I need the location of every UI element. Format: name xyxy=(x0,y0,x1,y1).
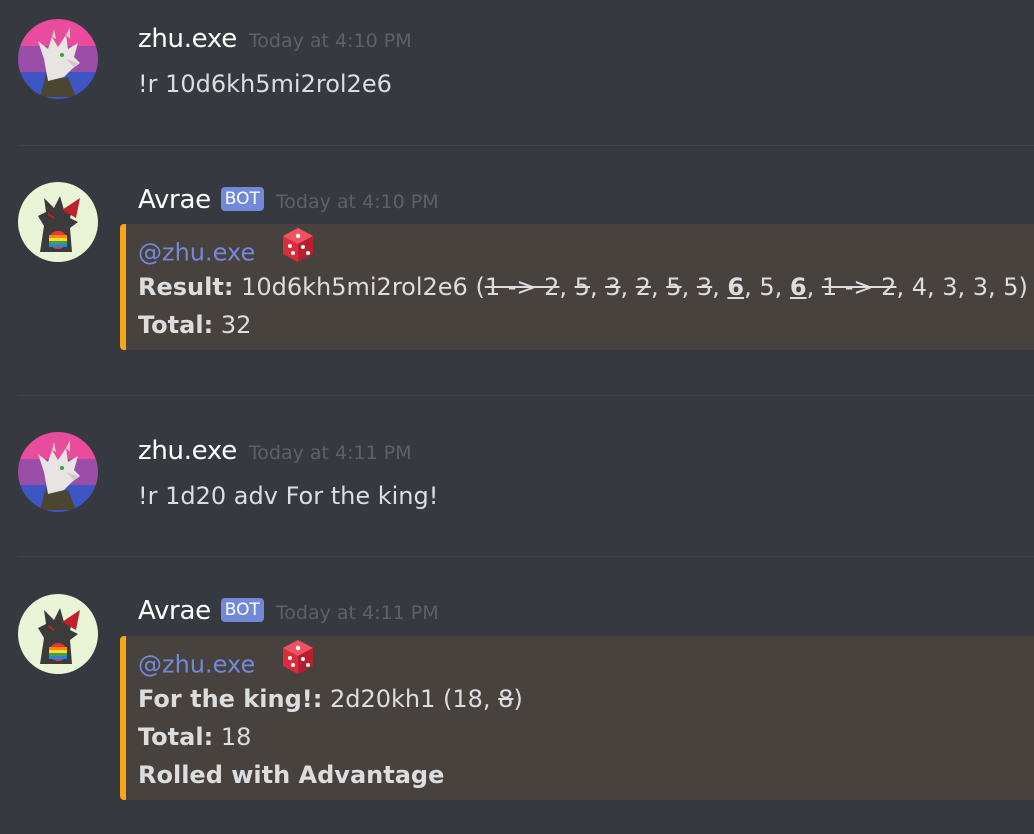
die-result: 3 xyxy=(605,273,621,301)
username[interactable]: zhu.exe xyxy=(138,24,237,54)
dice-icon xyxy=(281,227,315,274)
message-divider xyxy=(18,556,1034,557)
total-label: Total: xyxy=(138,723,214,751)
user-mention[interactable]: @zhu.exe xyxy=(138,651,255,679)
die-result: 1 -> 2 xyxy=(821,273,897,301)
embed-mention-line: @zhu.exe xyxy=(138,640,1034,680)
dropped-die: 8 xyxy=(498,685,514,713)
result-expression: 2d20kh1 (18, xyxy=(329,685,499,713)
die-result: 5 xyxy=(574,273,590,301)
die-result: 6 xyxy=(789,273,807,301)
chat-messages: zhu.exe Today at 4:10 PM !r 10d6kh5mi2ro… xyxy=(0,0,1034,834)
embed-total-line: Total: 32 xyxy=(138,306,1034,344)
roll-embed: @zhu.exe For the king!: 2d20kh1 (18, 8) … xyxy=(120,636,1034,800)
dice-icon xyxy=(281,639,315,686)
result-close: ) xyxy=(513,685,523,713)
dice-separator: , xyxy=(559,273,575,301)
message-header: Avrae BOT Today at 4:11 PM xyxy=(138,596,439,626)
dice-separator: , xyxy=(651,273,667,301)
result-label: Result: xyxy=(138,273,234,301)
dice-results: 1 -> 2, 5, 3, 2, 5, 3, 6, 5, 6, 1 -> 2, … xyxy=(485,273,1028,301)
die-result: 2 xyxy=(635,273,652,301)
bot-tag: BOT xyxy=(220,187,264,211)
timestamp: Today at 4:10 PM xyxy=(248,30,412,52)
bot-avatar-icon[interactable] xyxy=(18,182,98,262)
username[interactable]: Avrae xyxy=(138,596,211,626)
message-header: Avrae BOT Today at 4:10 PM xyxy=(138,185,439,215)
message-divider xyxy=(18,395,1034,396)
embed-result-line: Result: 10d6kh5mi2rol2e6 (1 -> 2, 5, 3, … xyxy=(138,268,1034,306)
dice-separator: , xyxy=(806,273,822,301)
bot-avatar-icon[interactable] xyxy=(18,594,98,674)
total-label: Total: xyxy=(138,311,214,339)
user-mention[interactable]: @zhu.exe xyxy=(138,239,255,267)
message-divider xyxy=(18,145,1034,146)
result-expression: 10d6kh5mi2rol2e6 ( xyxy=(241,273,485,301)
message-text: !r 10d6kh5mi2rol2e6 xyxy=(138,70,392,98)
roll-embed: @zhu.exe Result: 10d6kh5mi2rol2e6 (1 -> … xyxy=(120,224,1034,350)
username[interactable]: zhu.exe xyxy=(138,436,237,466)
embed-mention-line: @zhu.exe xyxy=(138,228,1034,268)
message-header: zhu.exe Today at 4:10 PM xyxy=(138,24,412,54)
bot-tag: BOT xyxy=(220,598,264,622)
message-header: zhu.exe Today at 4:11 PM xyxy=(138,436,412,466)
die-result: 3 xyxy=(696,273,713,301)
embed-result-line: For the king!: 2d20kh1 (18, 8) xyxy=(138,680,1034,718)
result-label: For the king!: xyxy=(138,685,323,713)
embed-total-line: Total: 18 xyxy=(138,718,1034,756)
die-result: 5 xyxy=(666,273,682,301)
dice-separator: , xyxy=(589,273,606,301)
die-result: 6 xyxy=(727,273,745,301)
embed-footer: Rolled with Advantage xyxy=(138,761,445,789)
dice-separator: , 5, xyxy=(744,273,790,301)
timestamp: Today at 4:10 PM xyxy=(275,191,439,213)
dice-separator: , xyxy=(681,273,697,301)
total-value: 32 xyxy=(220,311,252,339)
timestamp: Today at 4:11 PM xyxy=(248,442,412,464)
die-result: 1 -> 2 xyxy=(484,273,560,301)
username[interactable]: Avrae xyxy=(138,185,211,215)
dice-separator: , xyxy=(620,273,636,301)
message-text: !r 1d20 adv For the king! xyxy=(138,482,439,510)
total-value: 18 xyxy=(220,723,252,751)
user-avatar-icon[interactable] xyxy=(18,19,98,99)
dice-separator: , xyxy=(712,273,728,301)
user-avatar-icon[interactable] xyxy=(18,432,98,512)
timestamp: Today at 4:11 PM xyxy=(275,602,439,624)
dice-separator: , 4, 3, 3, 5) xyxy=(896,273,1028,301)
